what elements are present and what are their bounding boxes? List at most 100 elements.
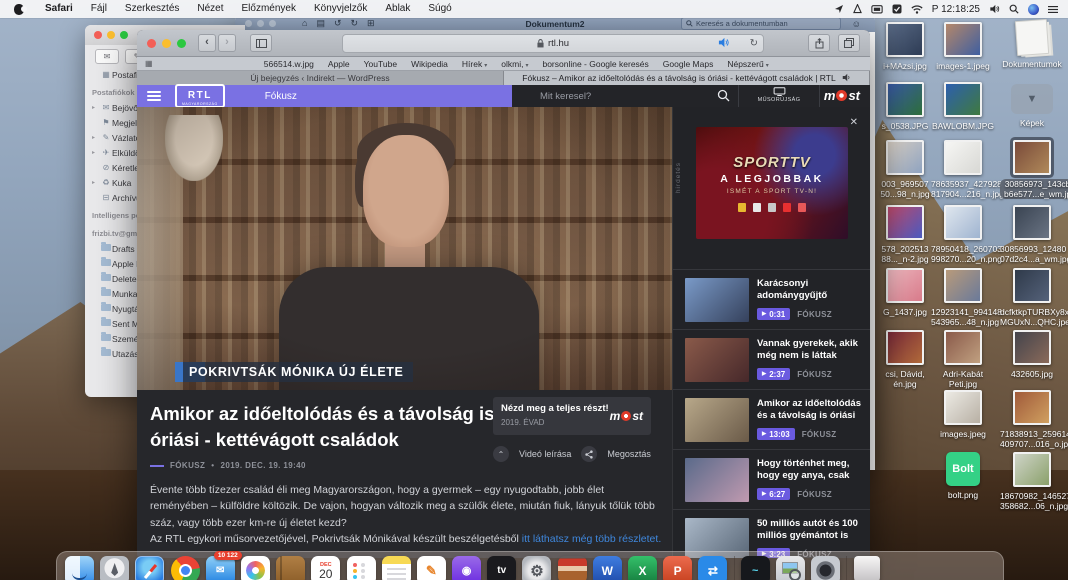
document-search-field[interactable]: Keresés a dokumentumban	[681, 17, 841, 30]
emoji-picker-icon[interactable]: ☺	[852, 19, 861, 29]
menu-item[interactable]: Könyvjelzők	[305, 0, 376, 18]
related-video-item[interactable]: Karácsonyi adománygyűjtő különkiadás a F…	[673, 269, 870, 329]
window-controls[interactable]	[94, 31, 128, 39]
video-title[interactable]: Vannak gyerekek, akik még nem is láttak …	[757, 338, 863, 364]
rtl-most-logo[interactable]: mst	[824, 88, 860, 103]
related-video-item[interactable]: Hogy történhet meg, hogy egy anya, csak …	[673, 449, 870, 509]
video-description-button[interactable]: Videó leírása	[519, 449, 571, 459]
dock-icon-activity-monitor[interactable]: ~	[741, 556, 770, 580]
dock-icon-podcasts[interactable]: ◉	[452, 556, 481, 580]
file-thumbnail[interactable]	[944, 82, 982, 117]
browser-tab[interactable]: Fókusz – Amikor az időeltolódás és a táv…	[504, 71, 870, 85]
forward-button[interactable]: ›	[218, 34, 236, 52]
file-thumbnail[interactable]	[886, 140, 924, 175]
dock-icon-mail[interactable]: ✉10 122	[206, 556, 235, 580]
hamburger-menu-icon[interactable]	[147, 89, 161, 103]
tab-audio-icon[interactable]	[718, 37, 729, 51]
file-thumbnail[interactable]	[1013, 330, 1051, 365]
toolbar-icon[interactable]: ⌂	[302, 18, 307, 29]
checkbox-menu-icon[interactable]	[892, 4, 902, 14]
video-thumbnail[interactable]	[685, 338, 749, 382]
video-title[interactable]: 50 milliós autót és 100 milliós gyémánto…	[757, 518, 863, 544]
menu-item[interactable]: Safari	[36, 0, 82, 18]
file-thumbnail[interactable]	[944, 22, 982, 57]
safari-window[interactable]: ‹ › rtl.hu ↻	[137, 30, 870, 558]
show-name[interactable]: Fókusz	[265, 91, 297, 102]
desktop-icon[interactable]: csi, Dávid, én.jpg	[873, 330, 937, 389]
spotlight-icon[interactable]	[1009, 4, 1019, 14]
desktop-icon[interactable]: 71838913_259614 409707...016_o.jpg	[1000, 390, 1064, 449]
site-search-input[interactable]: Mit keresel?	[540, 91, 591, 102]
bookmark-item[interactable]: Wikipedia▾	[411, 59, 448, 69]
bolt-logo-icon[interactable]: Bolt	[946, 452, 980, 486]
folder-stack-icon[interactable]: ▼	[1011, 84, 1053, 114]
display-icon[interactable]	[871, 5, 883, 14]
file-thumbnail[interactable]	[944, 205, 982, 240]
back-button[interactable]: ‹	[198, 34, 216, 52]
related-video-item[interactable]: Vannak gyerekek, akik még nem is láttak …	[673, 329, 870, 389]
share-icon[interactable]	[581, 446, 597, 462]
location-icon[interactable]	[834, 4, 844, 14]
desktop-icon[interactable]: 578_202513 88..._n-2.jpg	[873, 205, 937, 264]
desktop-icon[interactable]: 78950418_260703 998270...20_n.png	[931, 205, 995, 264]
dock-icon-launchpad[interactable]	[100, 556, 129, 580]
tv-guide-button[interactable]: MŰSORÚJSÁG	[745, 86, 813, 103]
desktop-icon[interactable]: ▼ Képek	[1000, 82, 1064, 128]
wifi-icon[interactable]	[911, 5, 923, 14]
desktop-icon[interactable]: images.jpeg	[931, 390, 995, 439]
bookmark-item[interactable]: olkmi,▾	[501, 59, 528, 69]
share-button[interactable]: Megosztás	[607, 449, 651, 459]
dock-icon-teamviewer[interactable]: ⇄	[698, 556, 727, 580]
file-thumbnail[interactable]	[886, 330, 924, 365]
volume-icon[interactable]	[989, 4, 1000, 14]
desktop-icon[interactable]: dcfktkpTURBXy8x MGUxN...QHC.jpeg	[1000, 268, 1064, 327]
file-thumbnail[interactable]	[886, 82, 924, 117]
desktop-icon[interactable]: s_0538.JPG	[873, 82, 937, 131]
bookmark-item[interactable]: Apple▾	[328, 59, 350, 69]
dock-icon-chrome[interactable]	[171, 556, 200, 580]
dock-icon-santa-app[interactable]	[558, 556, 587, 580]
file-thumbnail[interactable]	[886, 22, 924, 57]
dock-icon-photos[interactable]	[241, 556, 270, 580]
desktop-icon[interactable]: Bolt bolt.png	[931, 452, 995, 500]
reload-button[interactable]: ↻	[750, 38, 758, 49]
file-thumbnail[interactable]	[944, 268, 982, 303]
file-thumbnail[interactable]	[1013, 390, 1051, 425]
mailbox-button[interactable]: ✉	[95, 49, 119, 64]
video-title[interactable]: Amikor az időeltolódás és a távolság is …	[757, 398, 863, 424]
file-thumbnail[interactable]	[1013, 452, 1051, 487]
bookmark-item[interactable]: borsonline - Google keresés▾	[542, 59, 648, 69]
file-thumbnail[interactable]	[886, 205, 924, 240]
share-button[interactable]	[808, 34, 830, 52]
menu-item[interactable]: Szerkesztés	[116, 0, 188, 18]
disclosure-triangle[interactable]: ▸	[92, 179, 100, 186]
tab-speaker-icon[interactable]	[842, 73, 851, 84]
file-thumbnail[interactable]	[944, 330, 982, 365]
video-thumbnail[interactable]	[685, 458, 749, 502]
desktop-icon[interactable]: 432605.jpg	[1000, 330, 1064, 379]
close-icon[interactable]: ✕	[850, 117, 858, 128]
address-bar[interactable]: rtl.hu ↻	[342, 34, 764, 53]
bookmark-item[interactable]: Népszerű▾	[727, 59, 768, 69]
menu-item[interactable]: Fájl	[82, 0, 116, 18]
file-thumbnail[interactable]	[1013, 140, 1051, 175]
video-title[interactable]: Hogy történhet meg, hogy egy anya, csak …	[757, 458, 863, 484]
dock-icon-contacts[interactable]	[276, 556, 305, 580]
video-thumbnail[interactable]	[685, 278, 749, 322]
video-player[interactable]: POKRIVTSÁK MÓNIKA ÚJ ÉLETE	[137, 107, 672, 390]
file-thumbnail[interactable]	[886, 268, 924, 303]
dock-icon-notes[interactable]	[382, 556, 411, 580]
article-show[interactable]: FÓKUSZ	[170, 461, 205, 470]
dock-icon-word[interactable]: W	[593, 556, 622, 580]
desktop-icon[interactable]: Dokumentumok	[1000, 20, 1064, 69]
bookmark-item[interactable]: Google Maps▾	[663, 59, 714, 69]
desktop-icon[interactable]: 30856973_143cbe b6e577...e_wm.jpg	[1000, 140, 1064, 202]
disclosure-triangle[interactable]: ▸	[92, 134, 100, 141]
desktop-icon[interactable]: 003_969507 50...98_n.jpg	[873, 140, 937, 199]
rtl-logo[interactable]: RTLMAGYARORSZÁG	[175, 84, 225, 109]
dock-icon-system-preferences[interactable]: ⚙	[522, 556, 551, 580]
dock-icon-preview[interactable]	[776, 556, 805, 580]
toolbar-icon[interactable]: ↻	[351, 18, 359, 29]
tab-overview-button[interactable]	[838, 34, 860, 52]
siri-icon[interactable]	[1028, 4, 1039, 15]
